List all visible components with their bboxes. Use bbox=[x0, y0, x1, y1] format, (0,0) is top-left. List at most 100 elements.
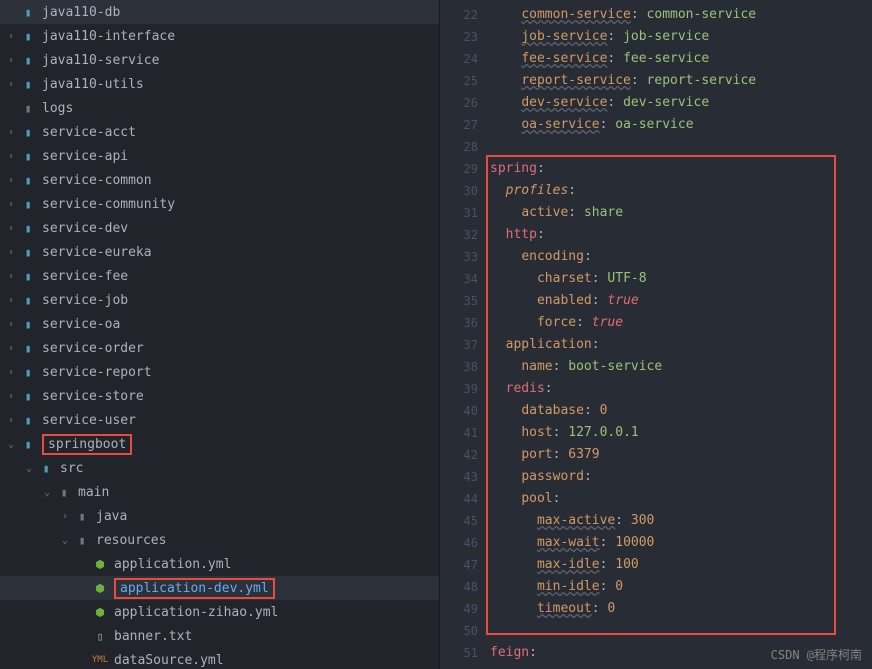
code-line[interactable] bbox=[490, 136, 872, 158]
tree-item-springboot[interactable]: ⌄▮springboot bbox=[0, 432, 439, 456]
line-number: 25 bbox=[440, 70, 478, 92]
expand-arrow-icon[interactable]: › bbox=[8, 79, 20, 90]
code-line[interactable]: spring: bbox=[490, 158, 872, 180]
folder-icon: ▮ bbox=[20, 364, 36, 380]
code-line[interactable]: enabled: true bbox=[490, 290, 872, 312]
tree-item-java110-utils[interactable]: ›▮java110-utils bbox=[0, 72, 439, 96]
folder-icon: ▮ bbox=[56, 484, 72, 500]
code-line[interactable]: job-service: job-service bbox=[490, 26, 872, 48]
code-content[interactable]: common-service: common-service job-servi… bbox=[490, 0, 872, 669]
code-line[interactable]: pool: bbox=[490, 488, 872, 510]
tree-item-java110-service[interactable]: ›▮java110-service bbox=[0, 48, 439, 72]
tree-item-src[interactable]: ⌄▮src bbox=[0, 456, 439, 480]
tree-item-java[interactable]: ›▮java bbox=[0, 504, 439, 528]
expand-arrow-icon[interactable]: › bbox=[8, 175, 20, 186]
code-line[interactable]: profiles: bbox=[490, 180, 872, 202]
expand-arrow-icon[interactable]: › bbox=[8, 223, 20, 234]
tree-item-main[interactable]: ⌄▮main bbox=[0, 480, 439, 504]
expand-arrow-icon[interactable]: › bbox=[8, 31, 20, 42]
code-line[interactable]: redis: bbox=[490, 378, 872, 400]
code-line[interactable]: port: 6379 bbox=[490, 444, 872, 466]
tree-item-service-community[interactable]: ›▮service-community bbox=[0, 192, 439, 216]
code-line[interactable]: encoding: bbox=[490, 246, 872, 268]
line-number: 29 bbox=[440, 158, 478, 180]
code-line[interactable]: common-service: common-service bbox=[490, 4, 872, 26]
expand-arrow-icon[interactable]: › bbox=[8, 199, 20, 210]
expand-arrow-icon[interactable]: › bbox=[8, 127, 20, 138]
folder-icon: ▮ bbox=[20, 100, 36, 116]
expand-arrow-icon[interactable]: ⌄ bbox=[8, 439, 20, 450]
folder-icon: ▮ bbox=[20, 292, 36, 308]
folder-icon: ▮ bbox=[20, 340, 36, 356]
tree-item-resources[interactable]: ⌄▮resources bbox=[0, 528, 439, 552]
tree-item-application-dev-yml[interactable]: ⬢application-dev.yml bbox=[0, 576, 439, 600]
tree-item-label: logs bbox=[42, 101, 73, 116]
expand-arrow-icon[interactable]: › bbox=[8, 55, 20, 66]
expand-arrow-icon[interactable]: › bbox=[8, 271, 20, 282]
code-line[interactable]: max-wait: 10000 bbox=[490, 532, 872, 554]
tree-item-application-yml[interactable]: ⬢application.yml bbox=[0, 552, 439, 576]
yaml-icon: YML bbox=[92, 652, 108, 668]
line-number: 23 bbox=[440, 26, 478, 48]
tree-item-service-report[interactable]: ›▮service-report bbox=[0, 360, 439, 384]
code-line[interactable]: host: 127.0.0.1 bbox=[490, 422, 872, 444]
code-line[interactable]: max-active: 300 bbox=[490, 510, 872, 532]
code-line[interactable]: force: true bbox=[490, 312, 872, 334]
tree-item-label: src bbox=[60, 461, 83, 476]
code-line[interactable]: password: bbox=[490, 466, 872, 488]
expand-arrow-icon[interactable]: › bbox=[8, 151, 20, 162]
expand-arrow-icon[interactable]: › bbox=[8, 391, 20, 402]
code-line[interactable]: oa-service: oa-service bbox=[490, 114, 872, 136]
tree-item-label: service-store bbox=[42, 389, 144, 404]
code-line[interactable]: dev-service: dev-service bbox=[490, 92, 872, 114]
code-line[interactable]: fee-service: fee-service bbox=[490, 48, 872, 70]
line-gutter: 2223242526272829303132333435363738394041… bbox=[440, 0, 490, 669]
code-line[interactable]: max-idle: 100 bbox=[490, 554, 872, 576]
line-number: 36 bbox=[440, 312, 478, 334]
code-line[interactable]: name: boot-service bbox=[490, 356, 872, 378]
tree-item-service-api[interactable]: ›▮service-api bbox=[0, 144, 439, 168]
expand-arrow-icon[interactable]: › bbox=[8, 319, 20, 330]
expand-arrow-icon[interactable]: › bbox=[62, 511, 74, 522]
tree-item-application-zihao-yml[interactable]: ⬢application-zihao.yml bbox=[0, 600, 439, 624]
tree-item-logs[interactable]: ▮ logs bbox=[0, 96, 439, 120]
tree-item-java110-interface[interactable]: ›▮java110-interface bbox=[0, 24, 439, 48]
expand-arrow-icon[interactable]: › bbox=[8, 343, 20, 354]
project-tree-sidebar[interactable]: ▮java110-db›▮java110-interface›▮java110-… bbox=[0, 0, 440, 669]
code-line[interactable]: timeout: 0 bbox=[490, 598, 872, 620]
code-line[interactable]: http: bbox=[490, 224, 872, 246]
tree-item-label: service-eureka bbox=[42, 245, 152, 260]
expand-arrow-icon[interactable]: › bbox=[8, 295, 20, 306]
code-line[interactable]: application: bbox=[490, 334, 872, 356]
code-editor[interactable]: 2223242526272829303132333435363738394041… bbox=[440, 0, 872, 669]
tree-item-java110-db[interactable]: ▮java110-db bbox=[0, 0, 439, 24]
code-line[interactable] bbox=[490, 620, 872, 642]
line-number: 48 bbox=[440, 576, 478, 598]
folder-icon: ▮ bbox=[20, 124, 36, 140]
expand-arrow-icon[interactable]: ⌄ bbox=[62, 535, 74, 546]
tree-item-service-dev[interactable]: ›▮service-dev bbox=[0, 216, 439, 240]
tree-item-datasource-yml[interactable]: YMLdataSource.yml bbox=[0, 648, 439, 669]
code-line[interactable]: min-idle: 0 bbox=[490, 576, 872, 598]
tree-item-banner-txt[interactable]: ▯banner.txt bbox=[0, 624, 439, 648]
expand-arrow-icon[interactable]: › bbox=[8, 367, 20, 378]
code-line[interactable]: report-service: report-service bbox=[490, 70, 872, 92]
tree-item-service-eureka[interactable]: ›▮service-eureka bbox=[0, 240, 439, 264]
tree-item-service-oa[interactable]: ›▮service-oa bbox=[0, 312, 439, 336]
code-line[interactable]: database: 0 bbox=[490, 400, 872, 422]
code-line[interactable]: active: share bbox=[490, 202, 872, 224]
tree-item-service-store[interactable]: ›▮service-store bbox=[0, 384, 439, 408]
folder-icon: ▮ bbox=[20, 52, 36, 68]
tree-item-service-common[interactable]: ›▮service-common bbox=[0, 168, 439, 192]
tree-item-service-fee[interactable]: ›▮service-fee bbox=[0, 264, 439, 288]
expand-arrow-icon[interactable]: ⌄ bbox=[26, 463, 38, 474]
code-line[interactable]: charset: UTF-8 bbox=[490, 268, 872, 290]
tree-item-service-order[interactable]: ›▮service-order bbox=[0, 336, 439, 360]
expand-arrow-icon[interactable]: › bbox=[8, 415, 20, 426]
tree-item-service-acct[interactable]: ›▮service-acct bbox=[0, 120, 439, 144]
tree-item-label: service-user bbox=[42, 413, 136, 428]
expand-arrow-icon[interactable]: › bbox=[8, 247, 20, 258]
tree-item-service-job[interactable]: ›▮service-job bbox=[0, 288, 439, 312]
tree-item-service-user[interactable]: ›▮service-user bbox=[0, 408, 439, 432]
expand-arrow-icon[interactable]: ⌄ bbox=[44, 487, 56, 498]
